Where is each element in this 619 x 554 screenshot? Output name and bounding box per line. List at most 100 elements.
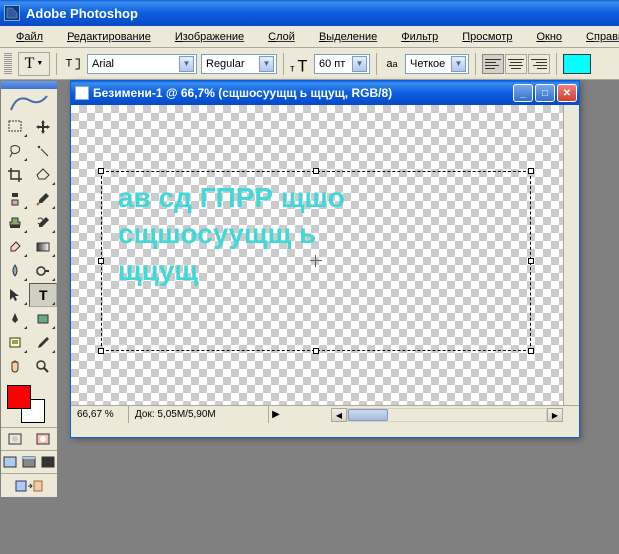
font-style-dropdown[interactable]: Regular ▼ [201, 54, 277, 74]
separator [283, 53, 284, 75]
scroll-thumb[interactable] [348, 409, 388, 421]
text-align-group [482, 54, 550, 74]
antialias-value: Четкое [410, 58, 445, 70]
font-style-value: Regular [206, 58, 245, 70]
font-size-dropdown[interactable]: 60 пт ▼ [314, 54, 370, 74]
slice-tool[interactable] [29, 163, 57, 187]
document-titlebar[interactable]: Безимени-1 @ 66,7% (сщшосуущщ ь щцущ, RG… [71, 81, 579, 105]
zoom-tool[interactable] [29, 355, 57, 379]
canvas-area[interactable]: ав сд ГПРР щшо сщшосуущщ ь щцущ [71, 105, 563, 407]
pen-tool[interactable] [1, 307, 29, 331]
brush-tool[interactable] [29, 187, 57, 211]
document-icon [75, 86, 89, 100]
clone-stamp-tool[interactable] [1, 211, 29, 235]
menu-view[interactable]: Просмотр [450, 29, 524, 45]
scroll-left-button[interactable]: ◀ [331, 408, 347, 422]
healing-brush-tool[interactable] [1, 187, 29, 211]
menu-image[interactable]: Изображение [163, 29, 256, 45]
menubar: Файл Редактирование Изображение Слой Выд… [0, 26, 619, 48]
optbar-drag-handle[interactable] [4, 53, 12, 75]
svg-text:T: T [298, 57, 308, 74]
fullscreen-button[interactable] [38, 451, 57, 473]
toolbox: T [0, 80, 58, 498]
menu-help[interactable]: Справка [574, 29, 619, 45]
resize-grip[interactable] [565, 423, 579, 437]
menu-layer[interactable]: Слой [256, 29, 307, 45]
menu-filter[interactable]: Фильтр [389, 29, 450, 45]
text-bounding-box[interactable]: ав сд ГПРР щшо сщшосуущщ ь щцущ [101, 171, 531, 351]
path-selection-tool[interactable] [1, 283, 29, 307]
fullscreen-menubar-button[interactable] [20, 451, 39, 473]
eraser-tool[interactable] [1, 235, 29, 259]
svg-text:T: T [39, 287, 48, 303]
document-title: Безимени-1 @ 66,7% (сщшосуущщ ь щцущ, RG… [93, 86, 392, 100]
separator [475, 53, 476, 75]
toolbox-drag-handle[interactable] [1, 81, 57, 89]
tool-preset-picker[interactable]: T▼ [18, 52, 50, 76]
options-bar: T▼ T Arial ▼ Regular ▼ тT 60 пт ▼ aa Чет… [0, 48, 619, 80]
crop-tool[interactable] [1, 163, 29, 187]
antialias-dropdown[interactable]: Четкое ▼ [405, 54, 469, 74]
menu-edit[interactable]: Редактирование [55, 29, 163, 45]
font-family-value: Arial [92, 58, 114, 70]
menu-window[interactable]: Окно [524, 29, 574, 45]
resize-handle[interactable] [98, 348, 104, 354]
svg-text:т: т [290, 63, 295, 74]
close-button[interactable]: ✕ [557, 84, 577, 102]
notes-tool[interactable] [1, 331, 29, 355]
menu-select[interactable]: Выделение [307, 29, 389, 45]
dropdown-arrow-icon: ▼ [352, 56, 367, 72]
separator [376, 53, 377, 75]
scroll-track[interactable] [347, 408, 547, 422]
blur-tool[interactable] [1, 259, 29, 283]
vertical-scrollbar[interactable] [563, 105, 579, 407]
status-menu-arrow-icon[interactable]: ▶ [269, 409, 283, 420]
lasso-tool[interactable] [1, 139, 29, 163]
menu-file[interactable]: Файл [4, 29, 55, 45]
font-family-dropdown[interactable]: Arial ▼ [87, 54, 197, 74]
zoom-level[interactable]: 66,67 % [71, 406, 129, 423]
tool-grid: T [1, 115, 57, 379]
resize-handle[interactable] [98, 258, 104, 264]
resize-handle[interactable] [528, 168, 534, 174]
resize-handle[interactable] [528, 348, 534, 354]
resize-handle[interactable] [313, 168, 319, 174]
hand-tool[interactable] [1, 355, 29, 379]
scroll-right-button[interactable]: ▶ [547, 408, 563, 422]
eyedropper-tool[interactable] [29, 331, 57, 355]
shape-tool[interactable] [29, 307, 57, 331]
workarea: T Безимени-1 @ 66,7% (сщшосуущщ [0, 80, 619, 554]
color-picker-section [1, 379, 57, 427]
gradient-tool[interactable] [29, 235, 57, 259]
minimize-button[interactable]: _ [513, 84, 533, 102]
separator [556, 53, 557, 75]
type-tool[interactable]: T [29, 283, 57, 307]
resize-handle[interactable] [528, 258, 534, 264]
foreground-color-swatch[interactable] [7, 385, 31, 409]
standard-screen-button[interactable] [1, 451, 20, 473]
maximize-button[interactable]: □ [535, 84, 555, 102]
quickmask-mode-button[interactable] [29, 428, 57, 450]
app-title: Adobe Photoshop [26, 6, 138, 21]
text-orientation-toggle[interactable]: T [63, 54, 83, 74]
text-color-swatch[interactable] [563, 54, 591, 74]
font-size-value: 60 пт [319, 58, 345, 70]
history-brush-tool[interactable] [29, 211, 57, 235]
align-right-button[interactable] [528, 54, 550, 74]
resize-handle[interactable] [313, 348, 319, 354]
text-content[interactable]: ав сд ГПРР щшо сщшосуущщ ь щцущ [102, 172, 530, 297]
dropdown-arrow-icon: ▼ [179, 56, 194, 72]
horizontal-scrollbar[interactable]: ◀ ▶ [331, 407, 563, 423]
doc-size-info[interactable]: Док: 5,05M/5,90M [129, 406, 269, 423]
jump-to-imageready-button[interactable] [1, 473, 57, 497]
dodge-tool[interactable] [29, 259, 57, 283]
magic-wand-tool[interactable] [29, 139, 57, 163]
move-tool[interactable] [29, 115, 57, 139]
canvas[interactable]: ав сд ГПРР щшо сщшосуущщ ь щцущ [71, 105, 563, 407]
marquee-tool[interactable] [1, 115, 29, 139]
standard-mode-button[interactable] [1, 428, 29, 450]
resize-handle[interactable] [98, 168, 104, 174]
align-center-button[interactable] [505, 54, 527, 74]
text-line: сщшосуущщ ь [118, 216, 514, 252]
align-left-button[interactable] [482, 54, 504, 74]
